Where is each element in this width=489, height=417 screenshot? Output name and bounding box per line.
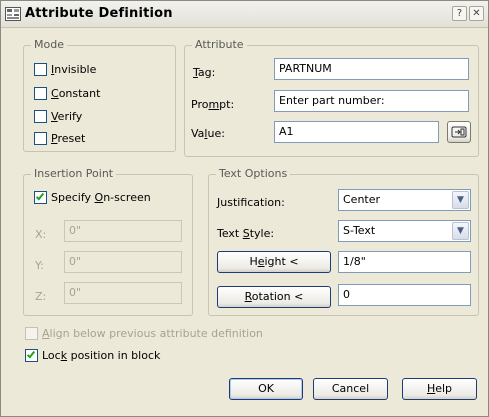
z-input[interactable]: 0": [64, 282, 182, 304]
verify-label: Verify: [51, 110, 83, 123]
constant-checkbox-box[interactable]: [34, 87, 47, 100]
height-input[interactable]: 1/8": [338, 251, 471, 273]
specify-on-screen-label: Specify On-screen: [51, 191, 151, 204]
attribute-definition-dialog: Attribute Definition ? ✕ Mode Invisible …: [0, 0, 489, 417]
justification-label: Justification:: [217, 196, 285, 209]
preset-checkbox-box[interactable]: [34, 132, 47, 145]
title-bar: Attribute Definition ? ✕: [1, 1, 488, 28]
insert-field-button[interactable]: [447, 121, 471, 143]
window-title: Attribute Definition: [25, 6, 173, 21]
x-input[interactable]: 0": [64, 220, 182, 242]
specify-on-screen-checkbox[interactable]: Specify On-screen: [34, 191, 151, 204]
chevron-down-icon[interactable]: ▼: [452, 191, 469, 209]
invisible-label: Invisible: [51, 63, 97, 76]
z-label: Z:: [35, 290, 47, 303]
insertion-point-group-label: Insertion Point: [31, 167, 117, 180]
justification-select[interactable]: Center ▼: [338, 189, 471, 211]
specify-on-screen-checkbox-box[interactable]: [34, 191, 47, 204]
preset-label-text: reset: [57, 132, 86, 145]
y-label: Y:: [35, 259, 44, 272]
verify-checkbox[interactable]: Verify: [34, 110, 82, 123]
prompt-input[interactable]: Enter part number:: [274, 90, 469, 112]
align-below-checkbox-box[interactable]: [25, 327, 38, 340]
text-style-value: S-Text: [343, 224, 376, 237]
value-label: Value:: [191, 127, 225, 140]
lock-position-checkbox[interactable]: Lock position in block: [25, 349, 160, 362]
rotation-input[interactable]: 0: [338, 284, 471, 306]
chevron-down-icon[interactable]: ▼: [452, 222, 469, 240]
insert-field-icon: [451, 126, 467, 138]
ok-button[interactable]: OK: [229, 378, 303, 400]
help-icon[interactable]: ?: [452, 6, 467, 21]
text-options-group-label: Text Options: [216, 167, 291, 180]
checkmark-icon: [26, 349, 36, 359]
preset-checkbox[interactable]: Preset: [34, 132, 85, 145]
justification-value: Center: [343, 193, 381, 206]
verify-label-text: erify: [57, 110, 83, 123]
verify-checkbox-box[interactable]: [34, 110, 47, 123]
y-input[interactable]: 0": [64, 251, 182, 273]
cancel-button[interactable]: Cancel: [313, 378, 388, 400]
x-label: X:: [35, 228, 47, 241]
tag-input[interactable]: PARTNUM: [274, 58, 469, 80]
align-below-label: Align below previous attribute definitio…: [42, 327, 263, 340]
rotation-button[interactable]: Rotation <: [217, 286, 331, 308]
mode-group-label: Mode: [31, 38, 67, 51]
prompt-label: Prompt:: [191, 98, 235, 111]
lock-position-label: Lock position in block: [42, 349, 161, 362]
height-button[interactable]: Height <: [217, 251, 331, 273]
constant-label-text: onstant: [58, 87, 101, 100]
text-style-label: Text Style:: [217, 227, 275, 240]
align-below-checkbox[interactable]: Align below previous attribute definitio…: [25, 327, 263, 340]
preset-label: Preset: [51, 132, 86, 145]
attribute-definition-icon: [5, 7, 21, 21]
invisible-checkbox-box[interactable]: [34, 63, 47, 76]
checkmark-icon: [35, 191, 45, 201]
lock-position-checkbox-box[interactable]: [25, 349, 38, 362]
constant-checkbox[interactable]: Constant: [34, 87, 100, 100]
value-input[interactable]: A1: [274, 121, 439, 143]
text-style-select[interactable]: S-Text ▼: [338, 220, 471, 242]
invisible-label-text: nvisible: [54, 63, 97, 76]
help-button[interactable]: Help: [402, 378, 477, 400]
tag-label: Tag:: [193, 66, 216, 79]
close-icon[interactable]: ✕: [469, 6, 484, 21]
constant-label: Constant: [51, 87, 101, 100]
invisible-checkbox[interactable]: Invisible: [34, 63, 96, 76]
attribute-group-label: Attribute: [192, 38, 247, 51]
